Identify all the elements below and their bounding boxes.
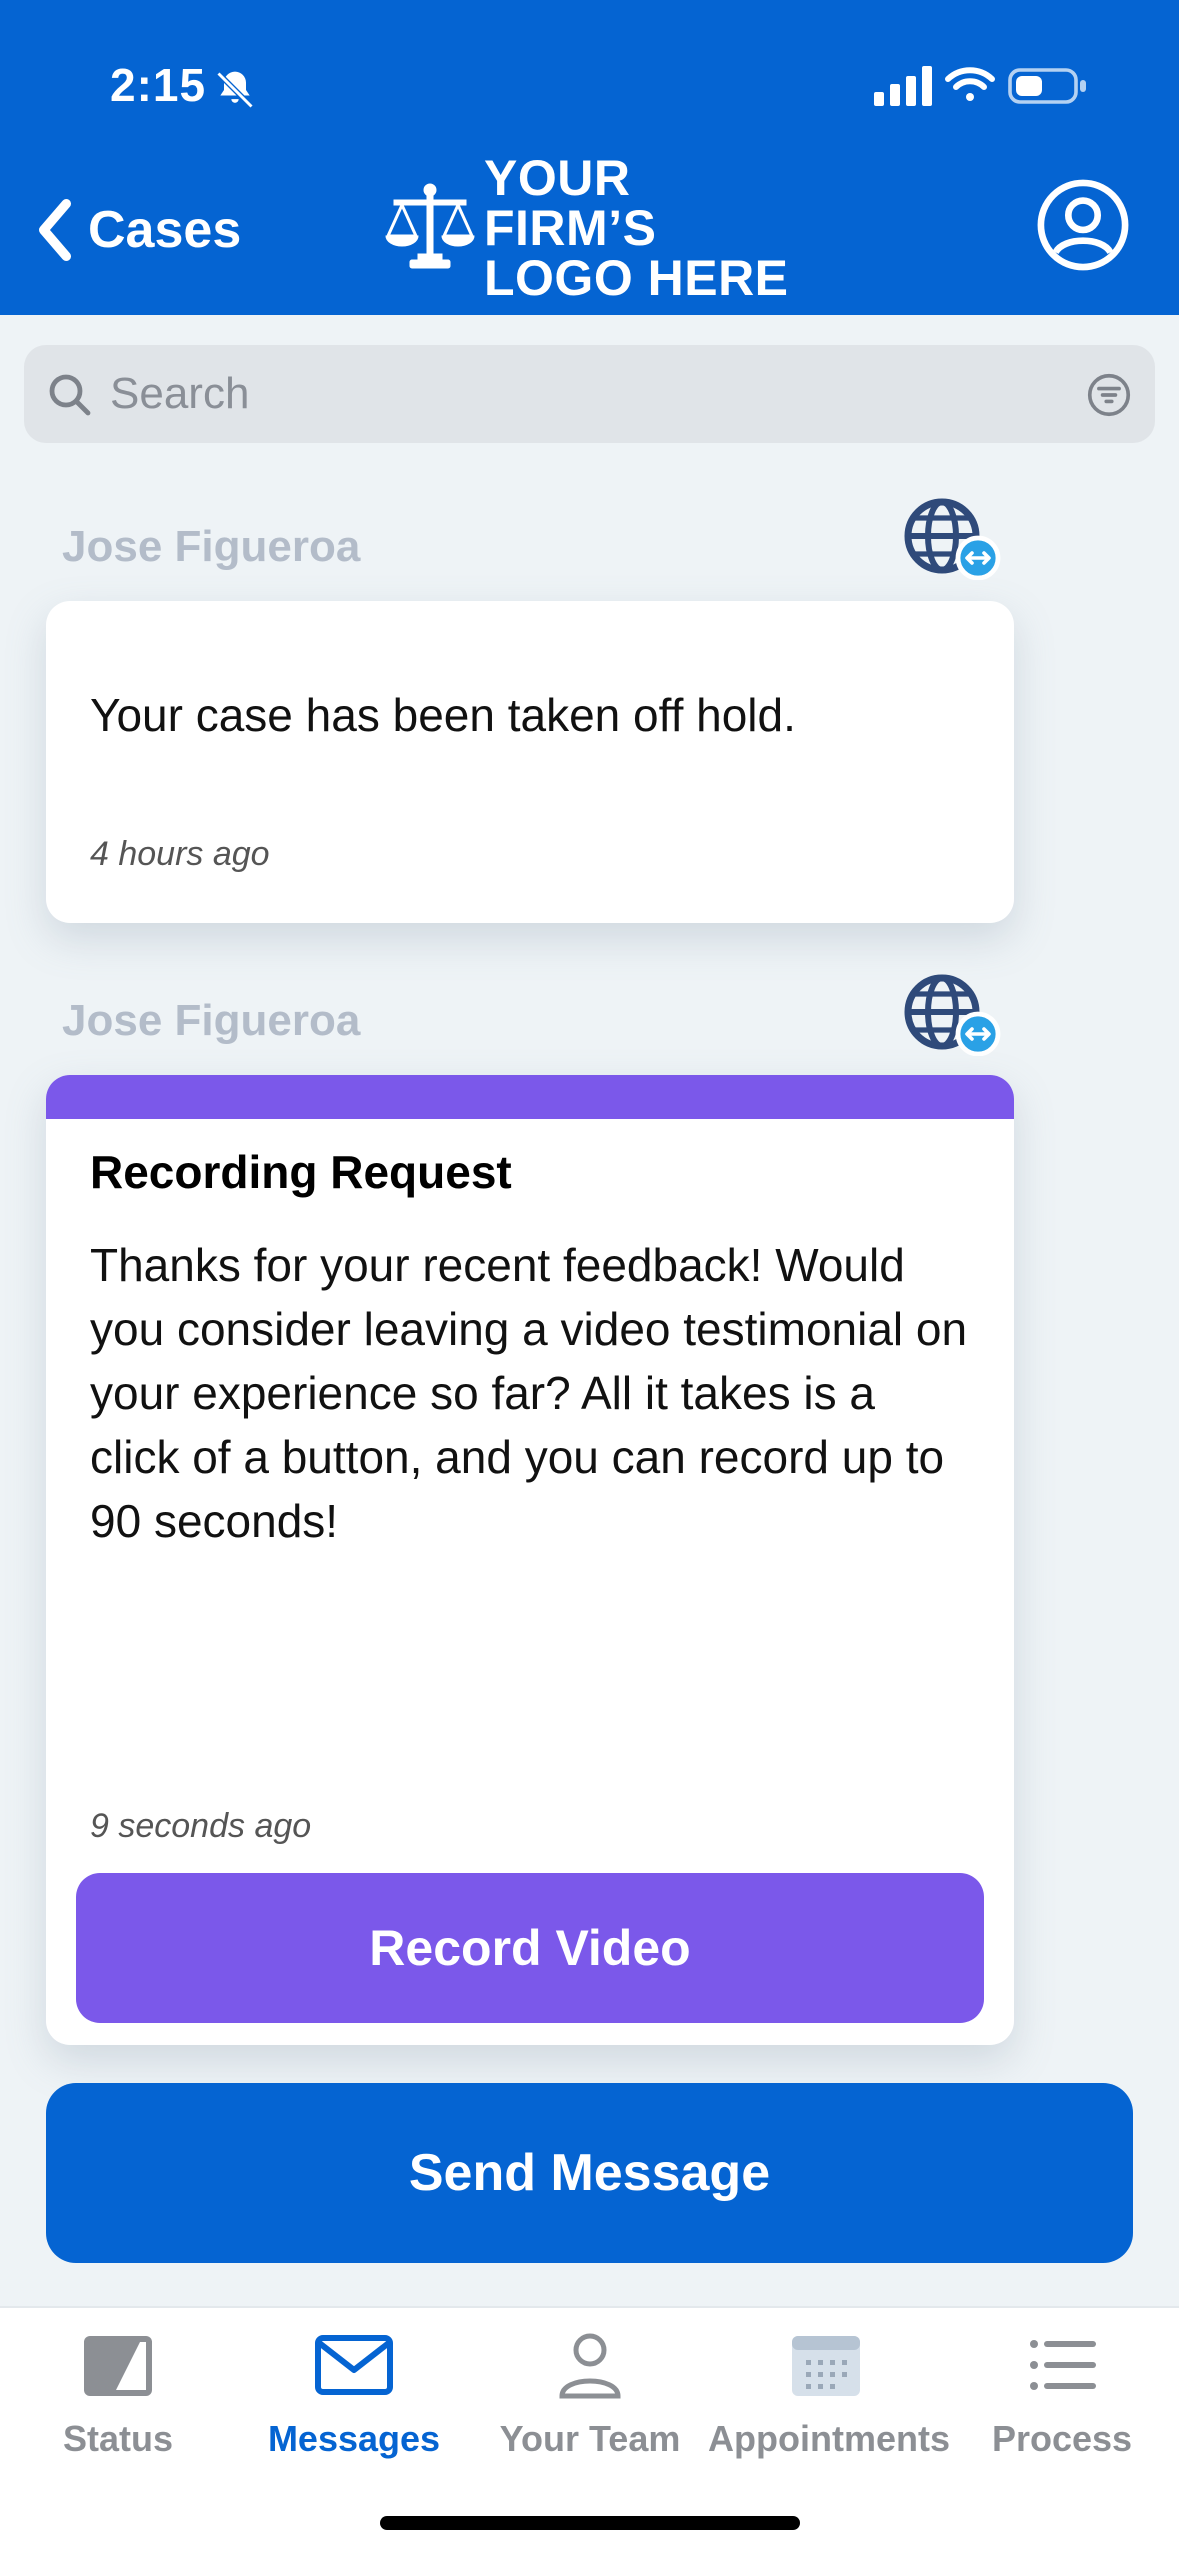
search-placeholder: Search (110, 369, 250, 418)
person-icon (559, 2333, 621, 2399)
battery-icon (1008, 68, 1086, 104)
card-title: Recording Request (90, 1146, 512, 1198)
message-body: Thanks for your recent feedback! Would y… (90, 1239, 968, 1547)
translate-globe-icon[interactable] (902, 972, 1002, 1056)
tab-appointments[interactable]: Appointments (708, 2308, 950, 2478)
user-circle-icon[interactable] (1036, 178, 1130, 272)
tab-process[interactable]: Process (944, 2308, 1179, 2478)
tab-label: Status (62, 2418, 174, 2459)
search-icon (49, 374, 91, 416)
tab-status[interactable]: Status (0, 2308, 236, 2478)
app-header: 2:15 Cases YOUR FIRM’S LOGO HERE (0, 0, 1179, 315)
message-time: 4 hours ago (90, 835, 270, 873)
home-indicator (380, 2516, 800, 2530)
bell-slash-icon (216, 71, 254, 109)
card-accent-strip (46, 1075, 1014, 1119)
wifi-icon (945, 67, 995, 101)
tab-messages[interactable]: Messages (236, 2308, 472, 2478)
record-video-button[interactable]: Record Video (76, 1873, 984, 2023)
translate-globe-icon[interactable] (902, 496, 1002, 580)
tab-label: Your Team (499, 2418, 681, 2459)
search-input[interactable]: Search (24, 345, 1155, 443)
cellular-signal-icon (874, 66, 932, 106)
status-time: 2:15 (110, 59, 207, 111)
message-body: Your case has been taken off hold. (90, 689, 796, 741)
recording-request-card: Recording Request Thanks for your recent… (46, 1075, 1014, 2045)
scales-of-justice-icon (385, 183, 475, 269)
calendar-icon (792, 2336, 860, 2396)
message-time: 9 seconds ago (90, 1807, 312, 1845)
message-card: Your case has been taken off hold. 4 hou… (46, 601, 1014, 923)
logo-line-2: LOGO HERE (484, 250, 789, 306)
logo-text: YOUR FIRM’S LOGO HERE (484, 153, 808, 303)
tab-your-team[interactable]: Your Team (472, 2308, 708, 2478)
envelope-icon (315, 2335, 393, 2395)
status-icon (84, 2336, 152, 2396)
logo-line-1: YOUR FIRM’S (484, 150, 657, 256)
tab-label: Appointments (708, 2418, 950, 2459)
back-label: Cases (88, 201, 242, 259)
firm-logo: YOUR FIRM’S LOGO HERE (378, 153, 808, 303)
back-to-cases-button[interactable]: Cases (36, 190, 241, 270)
message-sender: Jose Figueroa (62, 522, 361, 571)
filter-icon[interactable] (1087, 373, 1131, 417)
send-message-button[interactable]: Send Message (46, 2083, 1133, 2263)
list-icon (1030, 2340, 1096, 2390)
message-sender: Jose Figueroa (62, 996, 361, 1045)
chevron-left-icon (39, 198, 71, 262)
tab-label: Process (991, 2418, 1133, 2459)
search-area: Search (0, 315, 1179, 475)
tab-label: Messages (267, 2418, 441, 2459)
